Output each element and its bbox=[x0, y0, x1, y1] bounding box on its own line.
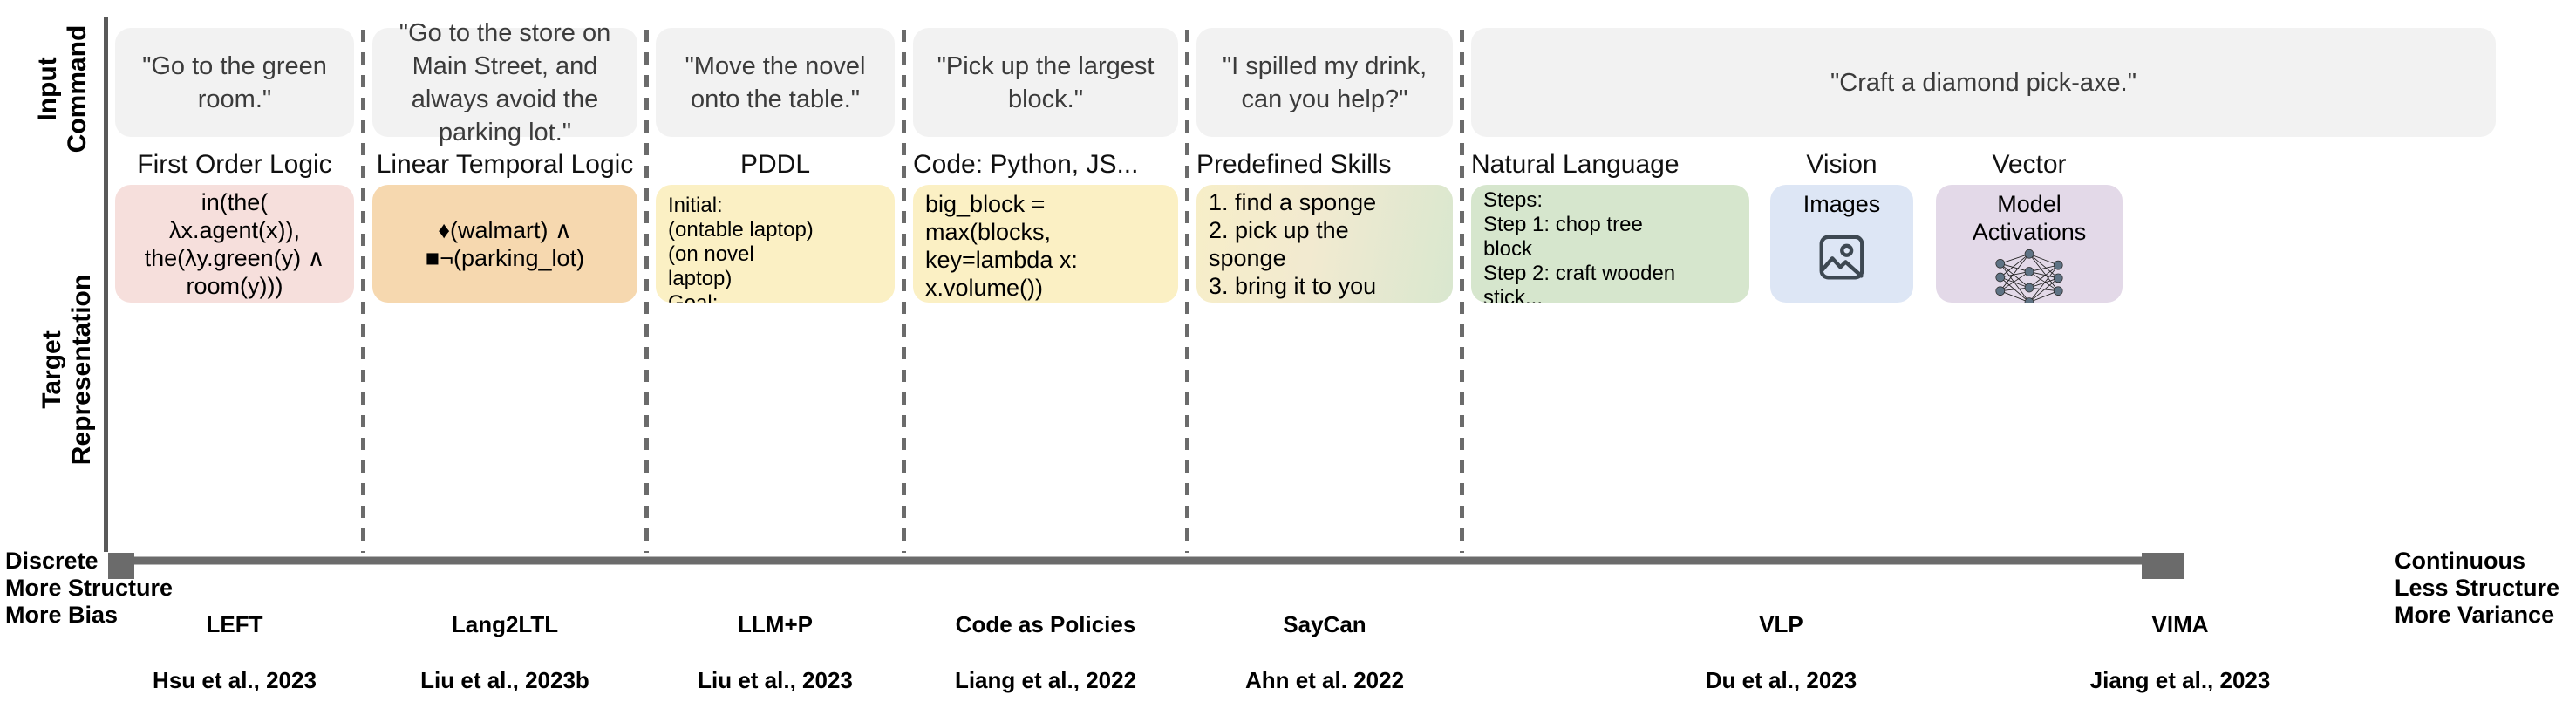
representation-title: Predefined Skills bbox=[1196, 150, 1392, 179]
citation-name: LLM+P bbox=[738, 611, 813, 637]
citation-ref: Liu et al., 2023 bbox=[698, 667, 853, 693]
column-lang2ltl: "Go to the store on Main Street, and alw… bbox=[365, 17, 644, 552]
row-label-input-command: Input Command bbox=[33, 24, 92, 153]
citation-vima: VIMA Jiang et al., 2023 bbox=[2036, 582, 2324, 722]
representation-text: big_block = max(blocks, key=lambda x: x.… bbox=[925, 191, 1078, 301]
command-bubble-saycan: "I spilled my drink, can you help?" bbox=[1196, 28, 1453, 137]
representation-box-vision: Images bbox=[1770, 185, 1913, 303]
representation-title: First Order Logic bbox=[137, 150, 332, 179]
column-code-as-policies: "Pick up the largest block." Code: Pytho… bbox=[906, 17, 1185, 552]
command-text: "Pick up the largest block." bbox=[937, 51, 1155, 113]
representation-text: Steps: Step 1: chop tree block Step 2: c… bbox=[1483, 188, 1676, 303]
taxonomy-figure: Input Command Target Representation "Go … bbox=[0, 0, 2576, 693]
representation-box-linear-temporal-logic: ♦(walmart) ∧ ■¬(parking_lot) bbox=[372, 185, 637, 303]
command-text: "Move the novel onto the table." bbox=[685, 51, 866, 113]
citation-llmp: LLM+P Liu et al., 2023 bbox=[649, 582, 902, 722]
column-saycan: "I spilled my drink, can you help?" Pred… bbox=[1189, 17, 1460, 552]
continuum-arrow bbox=[56, 514, 2220, 608]
column-llmp: "Move the novel onto the table." PDDL In… bbox=[649, 17, 902, 552]
column-left: "Go to the green room." First Order Logi… bbox=[108, 17, 361, 552]
citation-name: Code as Policies bbox=[955, 611, 1136, 637]
citation-name: VIMA bbox=[2151, 611, 2209, 637]
representation-box-predefined-skills: 1. find a sponge 2. pick up the sponge 3… bbox=[1196, 185, 1453, 303]
citation-lang2ltl: Lang2LTL Liu et al., 2023b bbox=[365, 582, 644, 722]
representation-title: Linear Temporal Logic bbox=[376, 150, 634, 179]
representation-box-natural-language: Steps: Step 1: chop tree block Step 2: c… bbox=[1471, 185, 1749, 303]
citation-vlp: VLP Du et al., 2023 bbox=[1635, 582, 1927, 722]
neural-network-icon bbox=[1948, 246, 2110, 303]
command-text: "Go to the green room." bbox=[142, 51, 327, 113]
citation-ref: Liang et al., 2022 bbox=[954, 667, 1137, 693]
citation-code-as-policies: Code as Policies Liang et al., 2022 bbox=[906, 582, 1185, 722]
command-bubble-llmp: "Move the novel onto the table." bbox=[656, 28, 895, 137]
citation-name: LEFT bbox=[206, 611, 263, 637]
citation-ref: Jiang et al., 2023 bbox=[2089, 667, 2271, 693]
citation-name: VLP bbox=[1759, 611, 1803, 637]
citation-ref: Hsu et al., 2023 bbox=[153, 667, 317, 693]
representation-box-code: big_block = max(blocks, key=lambda x: x.… bbox=[913, 185, 1178, 303]
representation-title: Vector bbox=[1992, 150, 2067, 179]
command-text: "I spilled my drink, can you help?" bbox=[1222, 51, 1428, 113]
representation-text: ♦(walmart) ∧ ■¬(parking_lot) bbox=[425, 216, 585, 271]
representation-title: Vision bbox=[1806, 150, 1877, 179]
column-vima: Vector Model Activations bbox=[1929, 17, 2130, 552]
representation-title: Natural Language bbox=[1471, 150, 1680, 179]
citation-ref: Ahn et al. 2022 bbox=[1244, 667, 1405, 693]
citation-saycan: SayCan Ahn et al. 2022 bbox=[1189, 582, 1460, 722]
representation-text: 1. find a sponge 2. pick up the sponge 3… bbox=[1209, 188, 1377, 299]
representation-text: Model Activations bbox=[1972, 191, 2087, 245]
command-text: "Go to the store on Main Street, and alw… bbox=[399, 18, 611, 146]
representation-title: Code: Python, JS... bbox=[913, 150, 1139, 179]
command-bubble-lang2ltl: "Go to the store on Main Street, and alw… bbox=[372, 19, 637, 146]
columns-container: "Go to the green room." First Order Logi… bbox=[108, 17, 2496, 553]
citation-ref: Du et al., 2023 bbox=[1705, 667, 1857, 693]
citation-ref: Liu et al., 2023b bbox=[420, 667, 589, 693]
command-bubble-code: "Pick up the largest block." bbox=[913, 28, 1178, 137]
citation-name: SayCan bbox=[1283, 611, 1366, 637]
representation-text: Initial: (ontable laptop) (on novel lapt… bbox=[668, 194, 814, 303]
representation-title: PDDL bbox=[739, 150, 811, 179]
row-label-target-representation: Target Representation bbox=[37, 274, 96, 466]
citation-left: LEFT Hsu et al., 2023 bbox=[108, 582, 361, 722]
column-vision: Vision Images bbox=[1763, 17, 1920, 552]
citation-name: Lang2LTL bbox=[451, 611, 559, 637]
command-bubble-left: "Go to the green room." bbox=[115, 28, 354, 137]
representation-text: in(the( λx.agent(x)), the(λy.green(y) ∧ … bbox=[144, 188, 325, 299]
column-vlp: "Craft a diamond pick-axe." Natural Lang… bbox=[1464, 17, 2496, 552]
right-continuum-note: Continuous Less Structure More Variance bbox=[2395, 548, 2560, 628]
representation-box-pddl: Initial: (ontable laptop) (on novel lapt… bbox=[656, 185, 895, 303]
representation-box-first-order-logic: in(the( λx.agent(x)), the(λy.green(y) ∧ … bbox=[115, 185, 354, 303]
representation-text: Images bbox=[1803, 191, 1881, 217]
representation-box-vector: Model Activations bbox=[1936, 185, 2123, 303]
image-icon bbox=[1782, 218, 1901, 296]
